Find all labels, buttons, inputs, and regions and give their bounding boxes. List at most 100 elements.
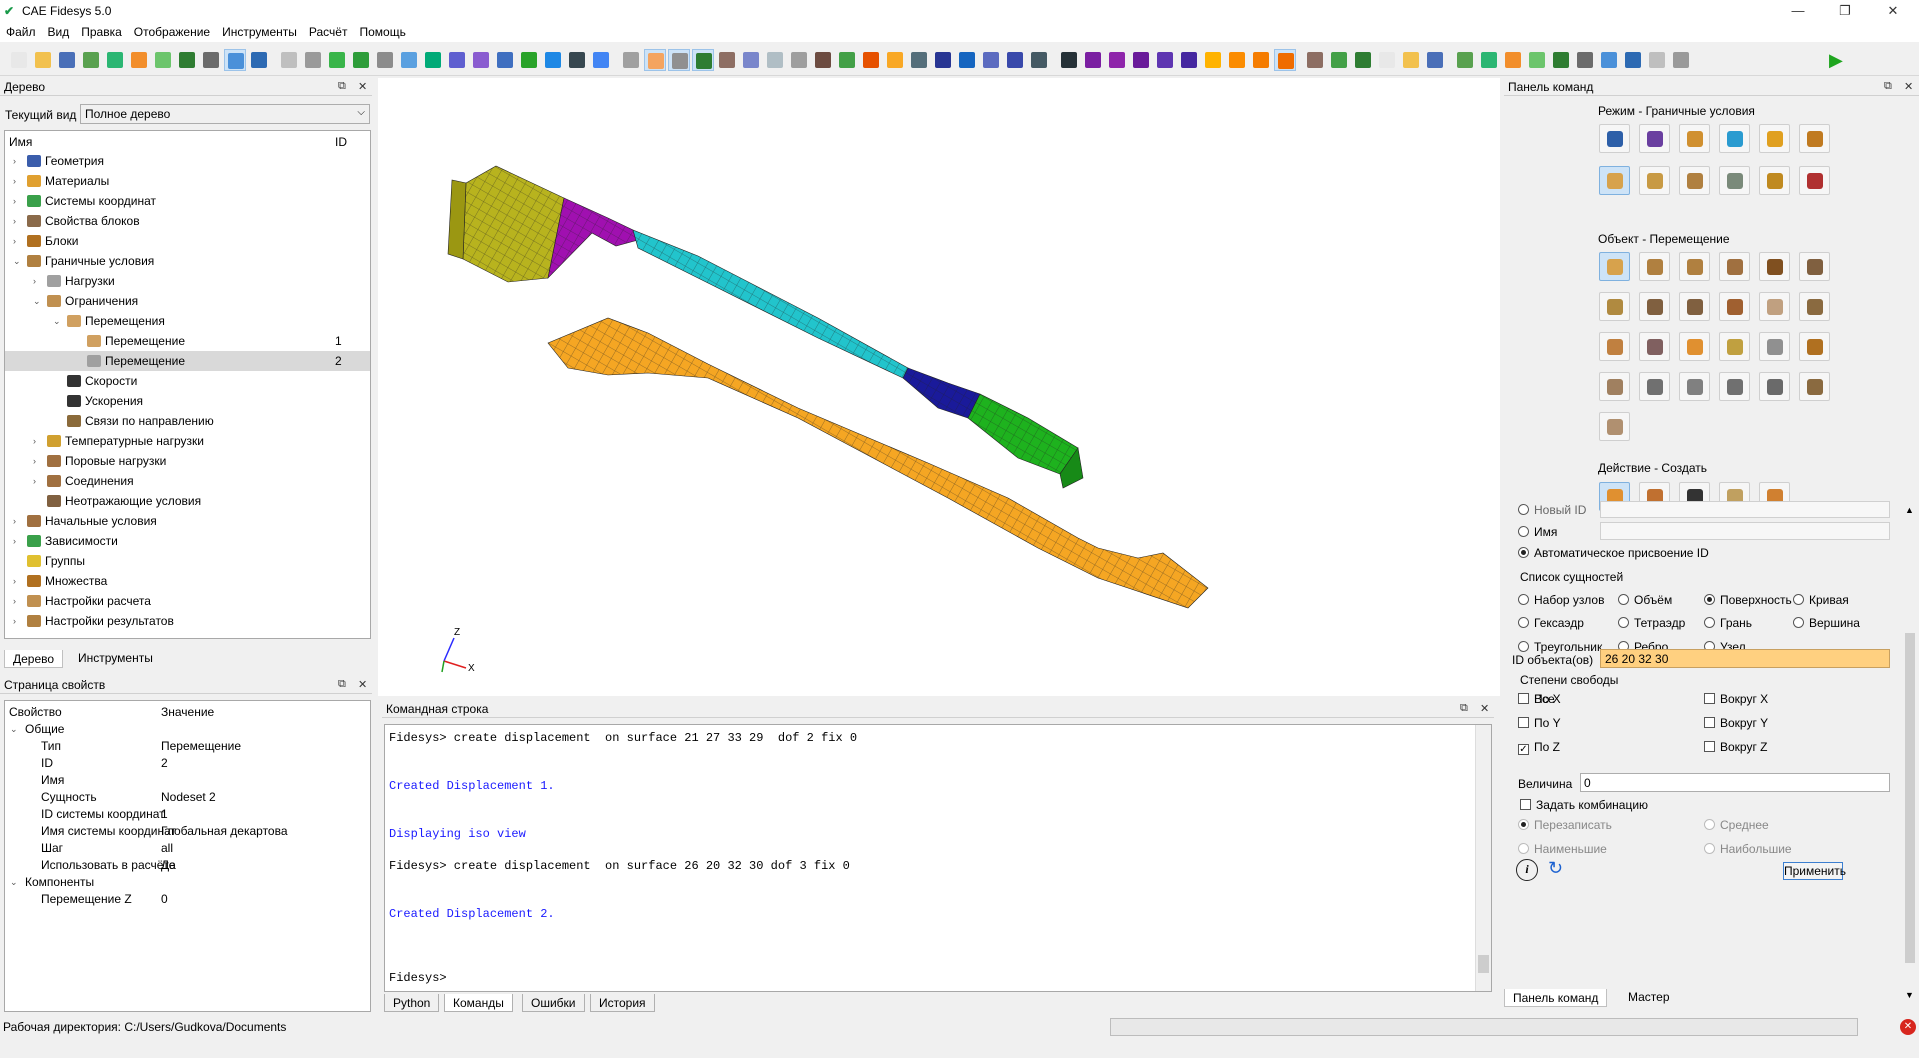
prop-row[interactable]: ID системы координат 1 <box>5 806 370 823</box>
entity-radio[interactable]: Вершина <box>1793 616 1860 630</box>
float-icon[interactable]: ⧉ <box>338 678 346 691</box>
chevron-right-icon[interactable]: › <box>13 151 16 171</box>
object-button-19-icon[interactable] <box>1639 372 1670 401</box>
toolbar-tool-51-icon[interactable] <box>1250 49 1272 71</box>
props-group[interactable]: ⌄ Общие <box>5 721 370 738</box>
chevron-down-icon[interactable]: ⌄ <box>10 721 18 738</box>
prop-row[interactable]: Перемещение Z 0 <box>5 891 370 908</box>
toolbar-tool-46-icon[interactable] <box>1130 49 1152 71</box>
toolbar-tool-61-icon[interactable] <box>1502 49 1524 71</box>
grid-icon[interactable] <box>176 49 198 71</box>
mode-button-7-icon[interactable] <box>1639 166 1670 195</box>
toolbar-tool-26-icon[interactable] <box>644 49 666 71</box>
menu-display[interactable]: Отображение <box>128 22 216 39</box>
mode-button-11-icon[interactable] <box>1799 166 1830 195</box>
chevron-right-icon[interactable]: › <box>13 191 16 211</box>
toolbar-tool-60-icon[interactable] <box>1478 49 1500 71</box>
reset-icon[interactable]: ↻ <box>1548 858 1563 879</box>
object-button-14-icon[interactable] <box>1679 332 1710 361</box>
float-icon[interactable]: ⧉ <box>1460 702 1468 715</box>
toolbar-tool-19-icon[interactable] <box>470 49 492 71</box>
mode-button-10-icon[interactable] <box>1759 166 1790 195</box>
object-button-9-icon[interactable] <box>1719 292 1750 321</box>
object-button-7-icon[interactable] <box>1639 292 1670 321</box>
menu-view[interactable]: Вид <box>42 22 76 39</box>
new-id-input[interactable] <box>1600 501 1890 518</box>
prop-row[interactable]: Использовать в расчёте Да <box>5 857 370 874</box>
toolbar-tool-28-icon[interactable] <box>692 49 714 71</box>
entity-radio[interactable]: Набор узлов <box>1518 593 1604 607</box>
tab-wizard[interactable]: Мастер <box>1620 988 1678 1006</box>
scroll-up-icon[interactable]: ▲ <box>1905 505 1914 515</box>
run-icon[interactable]: ▶ <box>1826 49 1848 71</box>
toolbar-tool-34-icon[interactable] <box>836 49 858 71</box>
info-button[interactable]: i <box>1516 859 1538 881</box>
toolbar-tool-36-icon[interactable] <box>884 49 906 71</box>
toolbar-tool-29-icon[interactable] <box>716 49 738 71</box>
toolbar-tool-39-icon[interactable] <box>956 49 978 71</box>
dof-checkbox[interactable]: По Y <box>1518 716 1561 730</box>
mode-button-3-icon[interactable] <box>1719 124 1750 153</box>
chevron-right-icon[interactable]: › <box>13 571 16 591</box>
toolbar-tool-41-icon[interactable] <box>1004 49 1026 71</box>
prop-row[interactable]: Шаг all <box>5 840 370 857</box>
toolbar-tool-21-icon[interactable] <box>518 49 540 71</box>
props-group[interactable]: ⌄ Компоненты <box>5 874 370 891</box>
tree-item[interactable]: › Настройки расчета <box>5 591 370 611</box>
toolbar-tool-59-icon[interactable] <box>1454 49 1476 71</box>
chevron-down-icon[interactable]: ⌄ <box>53 311 61 331</box>
mode-button-9-icon[interactable] <box>1719 166 1750 195</box>
toolbar-tool-11-icon[interactable] <box>278 49 300 71</box>
tree-item[interactable]: ⌄ Граничные условия <box>5 251 370 271</box>
chevron-down-icon[interactable]: ⌄ <box>10 874 18 891</box>
save-icon[interactable] <box>56 49 78 71</box>
new-id-option[interactable]: Новый ID <box>1518 503 1586 517</box>
toolbar-tool-35-icon[interactable] <box>860 49 882 71</box>
object-button-0-icon[interactable] <box>1599 252 1630 281</box>
toolbar-tool-38-icon[interactable] <box>932 49 954 71</box>
toolbar-tool-63-icon[interactable] <box>1550 49 1572 71</box>
chevron-right-icon[interactable]: › <box>13 591 16 611</box>
toolbar-tool-64-icon[interactable] <box>1574 49 1596 71</box>
toolbar-tool-12-icon[interactable] <box>302 49 324 71</box>
object-button-17-icon[interactable] <box>1799 332 1830 361</box>
object-button-6-icon[interactable] <box>1599 292 1630 321</box>
object-button-1-icon[interactable] <box>1639 252 1670 281</box>
toolbar-tool-48-icon[interactable] <box>1178 49 1200 71</box>
close-icon[interactable]: ✕ <box>358 80 367 93</box>
toolbar-tool-22-icon[interactable] <box>542 49 564 71</box>
chevron-right-icon[interactable]: › <box>13 231 16 251</box>
prop-row[interactable]: Имя системы координат Глобальная декартов… <box>5 823 370 840</box>
view-select[interactable]: Полное дерево ⌵ <box>80 104 370 124</box>
float-icon[interactable]: ⧉ <box>338 80 346 93</box>
cmd-tab[interactable]: Python <box>384 994 440 1012</box>
toolbar-tool-24-icon[interactable] <box>590 49 612 71</box>
toolbar-tool-27-icon[interactable] <box>668 49 690 71</box>
toolbar-tool-62-icon[interactable] <box>1526 49 1548 71</box>
tree-item[interactable]: › Блоки <box>5 231 370 251</box>
entity-radio[interactable]: Гексаэдр <box>1518 616 1584 630</box>
mode-button-0-icon[interactable] <box>1599 124 1630 153</box>
tree-item[interactable]: › Начальные условия <box>5 511 370 531</box>
tree-item[interactable]: Связи по направлению <box>5 411 370 431</box>
toolbar-tool-30-icon[interactable] <box>740 49 762 71</box>
select-icon[interactable] <box>224 49 246 71</box>
minimize-button[interactable]: — <box>1775 0 1821 22</box>
tree-item[interactable]: › Системы координат <box>5 191 370 211</box>
tree-item[interactable]: › Поровые нагрузки <box>5 451 370 471</box>
object-button-13-icon[interactable] <box>1639 332 1670 361</box>
toolbar-tool-68-icon[interactable] <box>1670 49 1692 71</box>
toolbar-tool-67-icon[interactable] <box>1646 49 1668 71</box>
toolbar-tool-32-icon[interactable] <box>788 49 810 71</box>
toolbar-tool-53-icon[interactable] <box>1304 49 1326 71</box>
chevron-right-icon[interactable]: › <box>13 511 16 531</box>
tree-item[interactable]: Скорости <box>5 371 370 391</box>
toolbar-tool-50-icon[interactable] <box>1226 49 1248 71</box>
open-file-icon[interactable] <box>32 49 54 71</box>
name-option[interactable]: Имя <box>1518 525 1557 539</box>
col-name-header[interactable]: Имя <box>9 135 32 149</box>
toolbar-tool-16-icon[interactable] <box>398 49 420 71</box>
chevron-down-icon[interactable]: ⌄ <box>33 291 41 311</box>
object-button-22-icon[interactable] <box>1759 372 1790 401</box>
toolbar-tool-43-icon[interactable] <box>1058 49 1080 71</box>
